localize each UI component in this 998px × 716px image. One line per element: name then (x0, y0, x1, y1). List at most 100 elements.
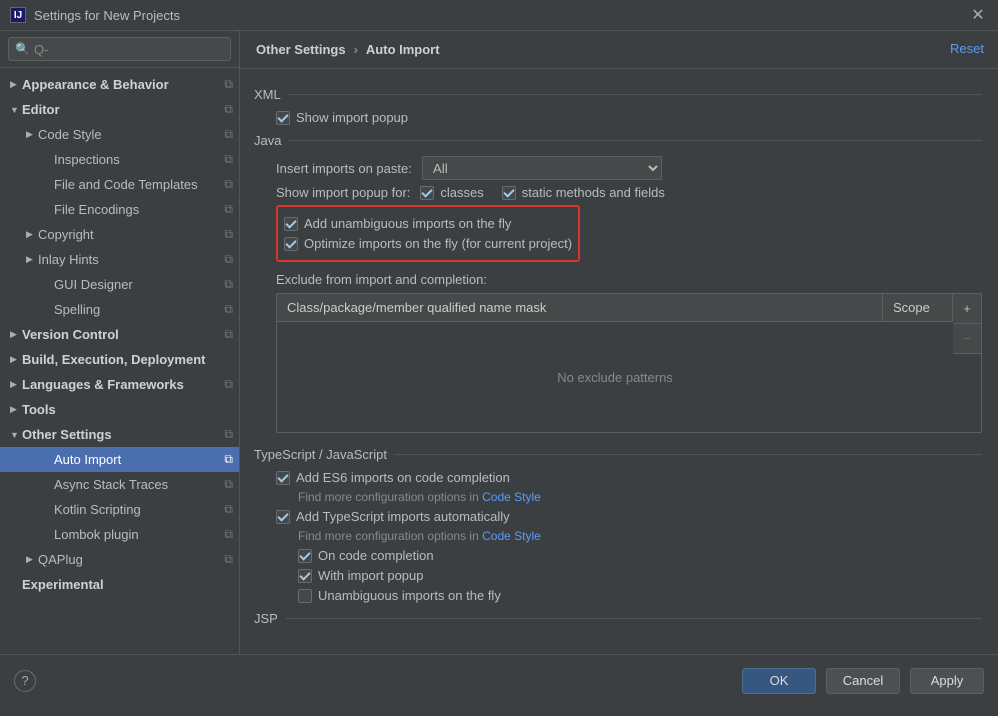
copy-icon: ⧉ (224, 302, 233, 317)
sidebar-item-label: Build, Execution, Deployment (22, 352, 233, 367)
sidebar-item-label: Code Style (38, 127, 224, 142)
sidebar-item-label: Other Settings (22, 427, 224, 442)
copy-icon: ⧉ (224, 227, 233, 242)
sidebar-item-file-encodings[interactable]: File Encodings⧉ (0, 197, 239, 222)
tree-arrow-icon: ▶ (26, 229, 38, 240)
sidebar-item-auto-import[interactable]: Auto Import⧉ (0, 447, 239, 472)
sidebar-item-version-control[interactable]: ▶Version Control⧉ (0, 322, 239, 347)
sidebar-item-languages-frameworks[interactable]: ▶Languages & Frameworks⧉ (0, 372, 239, 397)
es6-imports-option[interactable]: Add ES6 imports on code completion (276, 470, 510, 485)
section-ts: TypeScript / JavaScript (254, 447, 982, 462)
sidebar-item-label: Async Stack Traces (54, 477, 224, 492)
sidebar-item-label: Editor (22, 102, 224, 117)
titlebar: IJ Settings for New Projects ✕ (0, 0, 998, 30)
sidebar-item-code-style[interactable]: ▶Code Style⧉ (0, 122, 239, 147)
with-popup-option[interactable]: With import popup (298, 568, 424, 583)
sidebar-item-build-execution-deployment[interactable]: ▶Build, Execution, Deployment (0, 347, 239, 372)
sidebar-item-gui-designer[interactable]: GUI Designer⧉ (0, 272, 239, 297)
sidebar-item-other-settings[interactable]: ▼Other Settings⧉ (0, 422, 239, 447)
section-jsp: JSP (254, 611, 982, 626)
copy-icon: ⧉ (224, 502, 233, 517)
with-popup-check[interactable] (298, 569, 312, 583)
insert-imports-select[interactable]: All (422, 156, 662, 180)
copy-icon: ⧉ (224, 327, 233, 342)
exclude-empty: No exclude patterns (277, 322, 953, 432)
ts-unambiguous-option[interactable]: Unambiguous imports on the fly (298, 588, 501, 603)
sidebar-item-label: Kotlin Scripting (54, 502, 224, 517)
optimize-imports-option[interactable]: Optimize imports on the fly (for current… (284, 236, 572, 251)
exclude-label: Exclude from import and completion: (276, 272, 982, 287)
xml-show-import-popup[interactable]: Show import popup (276, 110, 408, 125)
sidebar-item-lombok-plugin[interactable]: Lombok plugin⧉ (0, 522, 239, 547)
sidebar-item-label: Spelling (54, 302, 224, 317)
exclude-col-scope[interactable]: Scope (883, 294, 953, 321)
tree-arrow-icon: ▼ (10, 430, 22, 440)
copy-icon: ⧉ (224, 552, 233, 567)
copy-icon: ⧉ (224, 427, 233, 442)
sidebar-item-async-stack-traces[interactable]: Async Stack Traces⧉ (0, 472, 239, 497)
classes-option[interactable]: classes (420, 185, 483, 200)
tree-arrow-icon: ▶ (26, 129, 38, 140)
optimize-imports-check[interactable] (284, 237, 298, 251)
tree-arrow-icon: ▶ (10, 354, 22, 365)
search-icon: 🔍 (15, 42, 30, 56)
main-panel: Other Settings › Auto Import Reset XML S… (240, 31, 998, 654)
search-input[interactable]: 🔍 Q- (8, 37, 231, 61)
on-completion-check[interactable] (298, 549, 312, 563)
es6-imports-check[interactable] (276, 471, 290, 485)
tree-arrow-icon: ▶ (26, 254, 38, 265)
classes-check[interactable] (420, 186, 434, 200)
copy-icon: ⧉ (224, 127, 233, 142)
copy-icon: ⧉ (224, 452, 233, 467)
copy-icon: ⧉ (224, 277, 233, 292)
exclude-col-name[interactable]: Class/package/member qualified name mask (277, 294, 883, 321)
sidebar-item-inspections[interactable]: Inspections⧉ (0, 147, 239, 172)
tree-arrow-icon: ▶ (26, 554, 38, 565)
add-ts-imports-check[interactable] (276, 510, 290, 524)
bottom-bar: ? OK Cancel Apply (0, 654, 998, 706)
with-popup-label: With import popup (318, 568, 424, 583)
sidebar-item-spelling[interactable]: Spelling⧉ (0, 297, 239, 322)
section-ts-label: TypeScript / JavaScript (254, 447, 387, 462)
sidebar-item-label: GUI Designer (54, 277, 224, 292)
add-ts-imports-option[interactable]: Add TypeScript imports automatically (276, 509, 510, 524)
chevron-right-icon: › (354, 42, 358, 57)
apply-button[interactable]: Apply (910, 668, 984, 694)
breadcrumb-leaf: Auto Import (366, 42, 440, 57)
section-xml: XML (254, 87, 982, 102)
static-label: static methods and fields (522, 185, 665, 200)
sidebar-item-experimental[interactable]: Experimental (0, 572, 239, 597)
sidebar-item-tools[interactable]: ▶Tools (0, 397, 239, 422)
sidebar-item-qaplug[interactable]: ▶QAPlug⧉ (0, 547, 239, 572)
on-completion-option[interactable]: On code completion (298, 548, 434, 563)
static-check[interactable] (502, 186, 516, 200)
sidebar-item-copyright[interactable]: ▶Copyright⧉ (0, 222, 239, 247)
exclude-table: Class/package/member qualified name mask… (276, 293, 982, 433)
help-button[interactable]: ? (14, 670, 36, 692)
exclude-add-button[interactable]: + (953, 294, 981, 324)
xml-show-import-popup-label: Show import popup (296, 110, 408, 125)
highlighted-options: Add unambiguous imports on the fly Optim… (276, 205, 580, 262)
code-style-link-2[interactable]: Code Style (482, 529, 541, 543)
code-style-link-1[interactable]: Code Style (482, 490, 541, 504)
static-option[interactable]: static methods and fields (502, 185, 665, 200)
ts-unambiguous-check[interactable] (298, 589, 312, 603)
copy-icon: ⧉ (224, 377, 233, 392)
add-unambiguous-check[interactable] (284, 217, 298, 231)
close-icon[interactable]: ✕ (968, 5, 988, 25)
sidebar-item-editor[interactable]: ▼Editor⧉ (0, 97, 239, 122)
tree-arrow-icon: ▶ (10, 379, 22, 390)
cancel-button[interactable]: Cancel (826, 668, 900, 694)
add-unambiguous-option[interactable]: Add unambiguous imports on the fly (284, 216, 511, 231)
add-ts-imports-label: Add TypeScript imports automatically (296, 509, 510, 524)
sidebar-item-label: Version Control (22, 327, 224, 342)
ts-unambiguous-label: Unambiguous imports on the fly (318, 588, 501, 603)
sidebar-item-inlay-hints[interactable]: ▶Inlay Hints⧉ (0, 247, 239, 272)
settings-tree: ▶Appearance & Behavior⧉▼Editor⧉▶Code Sty… (0, 68, 239, 654)
sidebar-item-appearance-behavior[interactable]: ▶Appearance & Behavior⧉ (0, 72, 239, 97)
sidebar-item-file-and-code-templates[interactable]: File and Code Templates⧉ (0, 172, 239, 197)
reset-link[interactable]: Reset (950, 41, 984, 56)
xml-show-import-popup-check[interactable] (276, 111, 290, 125)
ok-button[interactable]: OK (742, 668, 816, 694)
sidebar-item-kotlin-scripting[interactable]: Kotlin Scripting⧉ (0, 497, 239, 522)
